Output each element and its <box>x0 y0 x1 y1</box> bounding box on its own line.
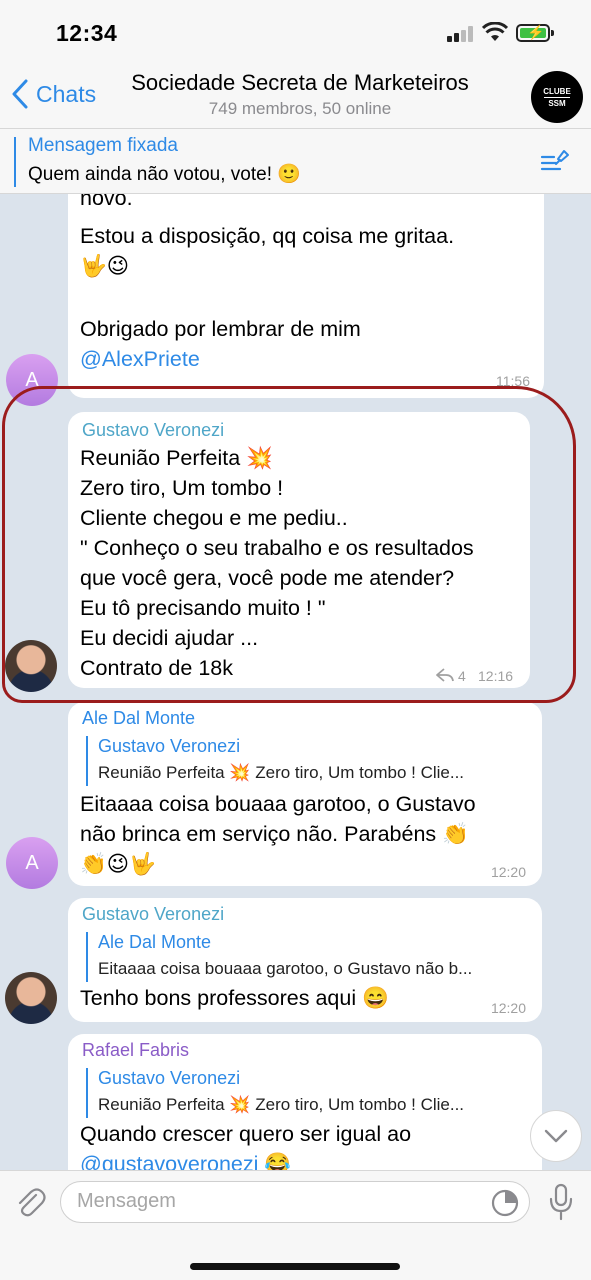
reply-sender[interactable]: Ale Dal Monte <box>98 932 211 953</box>
reply-text[interactable]: Reunião Perfeita 💥 Zero tiro, Um tombo !… <box>98 1095 464 1115</box>
message-time: 12:20 <box>490 864 526 880</box>
cellular-signal-icon <box>447 26 475 42</box>
pinned-title: Mensagem fixada <box>28 135 178 156</box>
reply-accent-bar <box>86 932 88 982</box>
avatar[interactable]: A <box>6 837 58 889</box>
group-avatar-line1: CLUBE <box>543 86 571 96</box>
message-bubble[interactable]: Ale Dal Monte Gustavo Veronezi Reunião P… <box>68 702 542 886</box>
avatar[interactable] <box>5 972 57 1024</box>
chat-header: Chats Sociedade Secreta de Marketeiros 7… <box>0 64 591 128</box>
chevron-down-icon <box>544 1129 568 1143</box>
reply-sender[interactable]: Gustavo Veronezi <box>98 736 240 757</box>
highlight-circle <box>2 386 576 703</box>
message-input[interactable] <box>77 1190 457 1213</box>
chevron-left-icon <box>12 79 28 109</box>
composer-bar <box>0 1170 591 1280</box>
message-line: Obrigado por lembrar de mim <box>80 317 361 341</box>
message-line: não brinca em serviço não. Parabéns 👏 <box>80 822 469 846</box>
mention-link[interactable]: @AlexPriete <box>80 347 200 372</box>
status-bar: 12:34 ⚡ <box>0 0 591 64</box>
message-list[interactable]: novo. Estou a disposição, qq coisa me gr… <box>0 194 591 1170</box>
scroll-to-bottom-button[interactable] <box>530 1110 582 1162</box>
reply-accent-bar <box>86 1068 88 1118</box>
message-line: Tenho bons professores aqui 😄 <box>80 986 389 1010</box>
status-time: 12:34 <box>56 20 118 46</box>
pinned-list-icon[interactable] <box>540 147 570 175</box>
sticker-icon[interactable] <box>491 1189 519 1217</box>
group-avatar[interactable]: CLUBE SSM <box>531 71 583 123</box>
reply-text[interactable]: Reunião Perfeita 💥 Zero tiro, Um tombo !… <box>98 763 464 783</box>
pinned-accent-bar <box>14 137 16 187</box>
home-indicator <box>190 1263 400 1270</box>
paperclip-icon[interactable] <box>14 1185 46 1219</box>
sender-name[interactable]: Ale Dal Monte <box>82 708 195 729</box>
wifi-icon <box>482 22 508 41</box>
chat-subtitle: 749 membros, 50 online <box>208 99 392 118</box>
sender-name[interactable]: Rafael Fabris <box>82 1040 189 1061</box>
message-time: 12:20 <box>490 1000 526 1016</box>
message-bubble[interactable]: Gustavo Veronezi Ale Dal Monte Eitaaaa c… <box>68 898 542 1022</box>
sender-name[interactable]: Gustavo Veronezi <box>82 904 224 925</box>
message-line: 🤟😉 <box>80 254 130 279</box>
message-line: Eitaaaa coisa bouaaa garotoo, o Gustavo <box>80 792 476 816</box>
message-line: 👏😉🤟 <box>80 852 156 877</box>
group-avatar-line2: SSM <box>548 98 566 108</box>
message-line: Estou a disposição, qq coisa me gritaa. <box>80 224 455 248</box>
mention-link[interactable]: @gustavoveronezi 😂 <box>80 1152 291 1170</box>
message-bubble[interactable]: novo. Estou a disposição, qq coisa me gr… <box>68 194 544 398</box>
reply-text[interactable]: Eitaaaa coisa bouaaa garotoo, o Gustavo … <box>98 959 472 979</box>
message-field[interactable] <box>60 1181 530 1223</box>
chat-title[interactable]: Sociedade Secreta de Marketeiros <box>80 70 520 96</box>
avatar-letter: A <box>25 851 39 874</box>
reply-accent-bar <box>86 736 88 786</box>
message-line: Quando crescer quero ser igual ao <box>80 1122 412 1146</box>
pinned-text: Quem ainda não votou, vote! 🙂 <box>28 164 301 185</box>
battery-icon: ⚡ <box>516 24 554 42</box>
message-line: novo. <box>80 194 133 210</box>
microphone-icon[interactable] <box>548 1183 574 1221</box>
pinned-message[interactable]: Mensagem fixada Quem ainda não votou, vo… <box>0 128 591 194</box>
reply-sender[interactable]: Gustavo Veronezi <box>98 1068 240 1089</box>
message-bubble[interactable]: Rafael Fabris Gustavo Veronezi Reunião P… <box>68 1034 542 1170</box>
